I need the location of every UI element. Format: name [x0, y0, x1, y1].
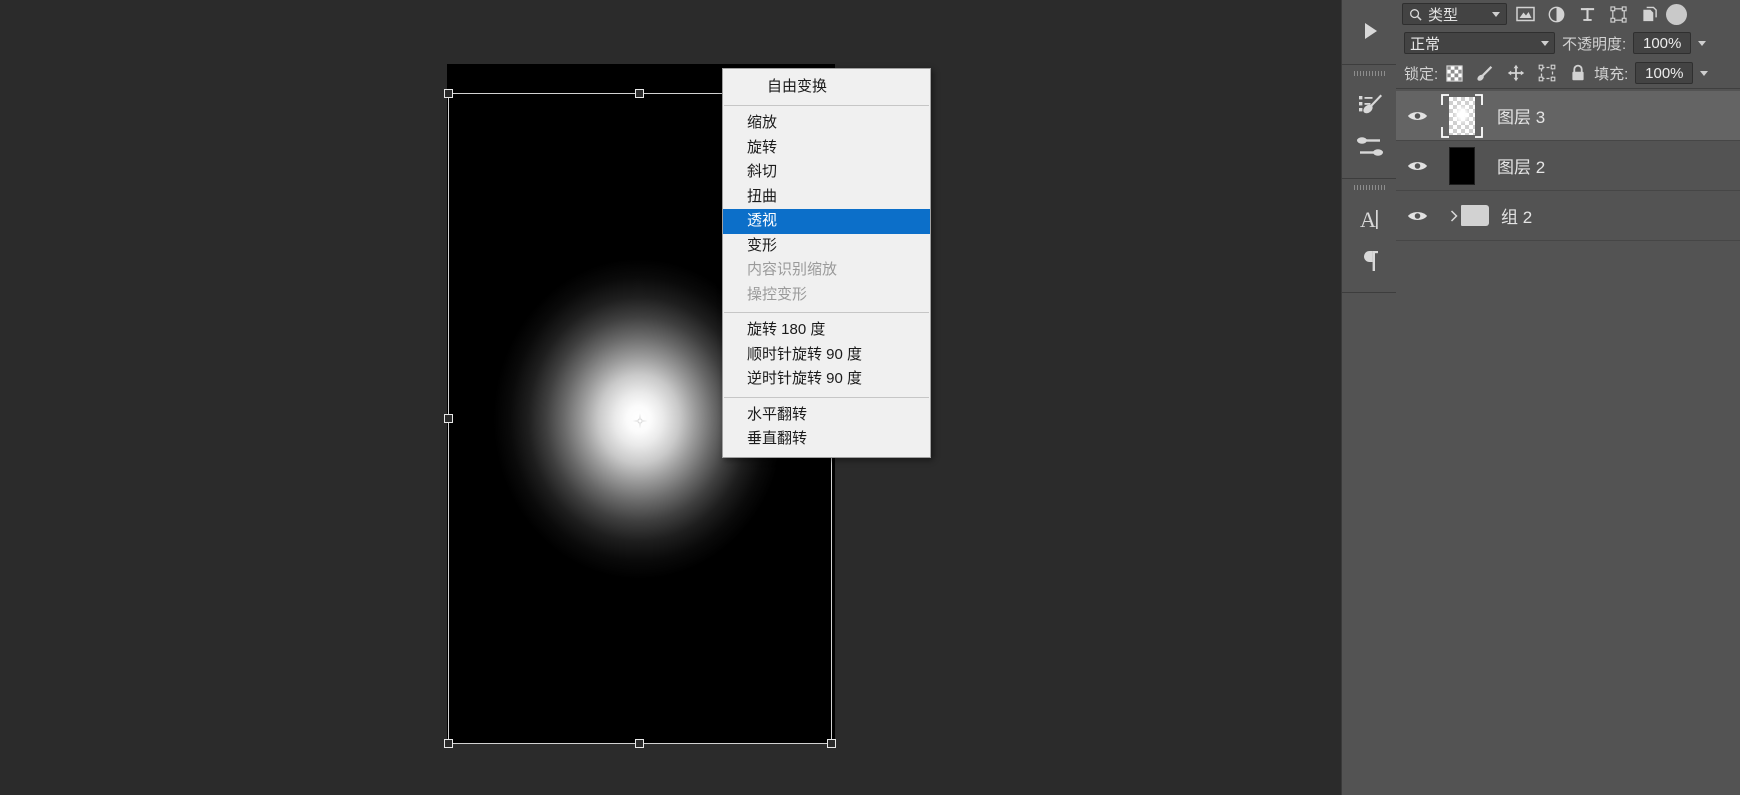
- play-icon: [1364, 23, 1377, 39]
- adjustment-layer-filter-icon[interactable]: [1545, 3, 1567, 25]
- layer-name[interactable]: 图层 3: [1497, 103, 1545, 128]
- eye-icon: [1407, 161, 1428, 170]
- lock-transparency-icon[interactable]: [1445, 64, 1463, 82]
- filter-enable-toggle[interactable]: [1666, 3, 1687, 25]
- menu-item-rotate-90-ccw[interactable]: 逆时针旋转 90 度: [723, 367, 930, 392]
- fill-input[interactable]: 100%: [1635, 62, 1694, 84]
- layer-thumbnail: [1449, 146, 1475, 185]
- layers-panel[interactable]: 类型 正常 不透明度: 100% 锁定: 填充: 100% 图层 3 图层 2 …: [1396, 0, 1740, 795]
- filter-kind-label: 类型: [1428, 6, 1459, 24]
- fill-label: 填充:: [1594, 65, 1629, 83]
- type-layer-filter-icon[interactable]: [1576, 3, 1598, 25]
- layer-row-layer-3[interactable]: 图层 3: [1396, 91, 1740, 141]
- rail-group-brushes: [1342, 65, 1397, 179]
- menu-item-flip-vertical[interactable]: 垂直翻转: [723, 427, 930, 452]
- menu-item-perspective[interactable]: 透视: [723, 209, 930, 234]
- layer-visibility-toggle[interactable]: [1396, 209, 1439, 223]
- paragraph-pilcrow-icon: [1363, 251, 1378, 271]
- search-icon: [1410, 8, 1422, 21]
- blend-mode-value: 正常: [1410, 35, 1441, 53]
- menu-item-distort[interactable]: 扭曲: [723, 185, 930, 210]
- photoshop-window: 自由变换 缩放 旋转 斜切 扭曲 透视 变形 内容识别缩放 操控变形 旋转 18…: [0, 0, 1740, 795]
- context-menu-separator-1: [724, 105, 929, 106]
- opacity-scrubber-chevron-icon[interactable]: [1698, 40, 1707, 46]
- eye-icon: [1407, 211, 1428, 220]
- context-menu-separator-2: [724, 312, 929, 313]
- folder-icon: [1461, 205, 1489, 226]
- character-a-icon: A: [1360, 207, 1378, 232]
- character-panel-button[interactable]: A: [1342, 198, 1397, 240]
- panel-dock-rail[interactable]: A: [1341, 0, 1397, 795]
- smart-object-filter-icon[interactable]: [1638, 3, 1660, 25]
- brush-settings-icon: [1356, 137, 1383, 156]
- lock-label: 锁定:: [1404, 65, 1439, 83]
- rail-grip-type[interactable]: [1354, 185, 1385, 190]
- play-button[interactable]: [1342, 10, 1397, 52]
- layer-thumbnail-wrap[interactable]: [1439, 93, 1485, 138]
- layer-list[interactable]: 图层 3 图层 2 组 2: [1396, 91, 1740, 241]
- chevron-right-icon[interactable]: [1447, 209, 1461, 223]
- layer-thumbnail: [1449, 96, 1475, 135]
- brush-presets-button[interactable]: [1342, 84, 1397, 126]
- layer-row-layer-2[interactable]: 图层 2: [1396, 141, 1740, 191]
- context-menu-title: 自由变换: [767, 78, 828, 95]
- lock-fill-row[interactable]: 锁定: 填充: 100%: [1396, 58, 1740, 88]
- layer-thumbnail-wrap[interactable]: [1439, 146, 1485, 185]
- chevron-down-icon[interactable]: [1541, 40, 1549, 46]
- layer-name[interactable]: 组 2: [1501, 203, 1532, 228]
- layer-row-group-2[interactable]: 组 2: [1396, 191, 1740, 241]
- menu-item-scale[interactable]: 缩放: [723, 111, 930, 136]
- menu-item-rotate-180[interactable]: 旋转 180 度: [723, 318, 930, 343]
- menu-item-content-aware-scale: 内容识别缩放: [747, 261, 838, 278]
- opacity-label: 不透明度:: [1562, 35, 1627, 53]
- chevron-down-icon[interactable]: [1492, 11, 1500, 17]
- paragraph-panel-button[interactable]: [1342, 240, 1397, 282]
- lock-image-pixels-icon[interactable]: [1476, 64, 1494, 82]
- filter-type-icons[interactable]: [1514, 3, 1660, 25]
- menu-item-puppet-warp: 操控变形: [747, 285, 808, 303]
- layer-visibility-toggle[interactable]: [1396, 159, 1439, 173]
- eye-icon: [1407, 111, 1428, 120]
- layer-visibility-toggle[interactable]: [1396, 109, 1439, 123]
- blend-opacity-row[interactable]: 正常 不透明度: 100%: [1396, 28, 1740, 58]
- lock-position-icon[interactable]: [1507, 64, 1525, 82]
- menu-item-rotate-90-cw[interactable]: 顺时针旋转 90 度: [723, 343, 930, 368]
- group-row-left[interactable]: [1439, 205, 1489, 226]
- canvas-area[interactable]: [0, 0, 1314, 795]
- filter-kind-select[interactable]: 类型: [1402, 3, 1507, 25]
- layer-filter-row[interactable]: 类型: [1396, 0, 1740, 28]
- rail-grip-brushes[interactable]: [1354, 71, 1385, 76]
- blend-mode-select[interactable]: 正常: [1404, 32, 1555, 54]
- brush-settings-button[interactable]: [1342, 126, 1397, 168]
- menu-item-flip-horizontal[interactable]: 水平翻转: [723, 403, 930, 428]
- layer-name[interactable]: 图层 2: [1497, 153, 1545, 178]
- svg-text:A: A: [1360, 207, 1376, 232]
- menu-item-warp[interactable]: 变形: [723, 234, 930, 259]
- lock-artboard-nesting-icon[interactable]: [1538, 64, 1556, 82]
- opacity-input[interactable]: 100%: [1633, 32, 1692, 54]
- rail-group-type: A: [1342, 179, 1397, 293]
- menu-item-rotate[interactable]: 旋转: [723, 136, 930, 161]
- menu-item-skew[interactable]: 斜切: [723, 160, 930, 185]
- context-menu-separator-3: [724, 396, 929, 398]
- rail-group-actions: [1342, 0, 1397, 65]
- lock-buttons[interactable]: [1445, 64, 1587, 82]
- transform-context-menu[interactable]: 自由变换 缩放 旋转 斜切 扭曲 透视 变形 内容识别缩放 操控变形 旋转 18…: [722, 68, 931, 458]
- brush-presets-icon: [1358, 94, 1382, 114]
- transform-reference-point-icon[interactable]: [632, 413, 648, 429]
- pixel-layer-filter-icon[interactable]: [1514, 3, 1536, 25]
- shape-layer-filter-icon[interactable]: [1607, 3, 1629, 25]
- lock-all-icon[interactable]: [1569, 64, 1587, 82]
- fill-scrubber-chevron-icon[interactable]: [1700, 70, 1709, 76]
- layers-header-divider: [1396, 88, 1740, 89]
